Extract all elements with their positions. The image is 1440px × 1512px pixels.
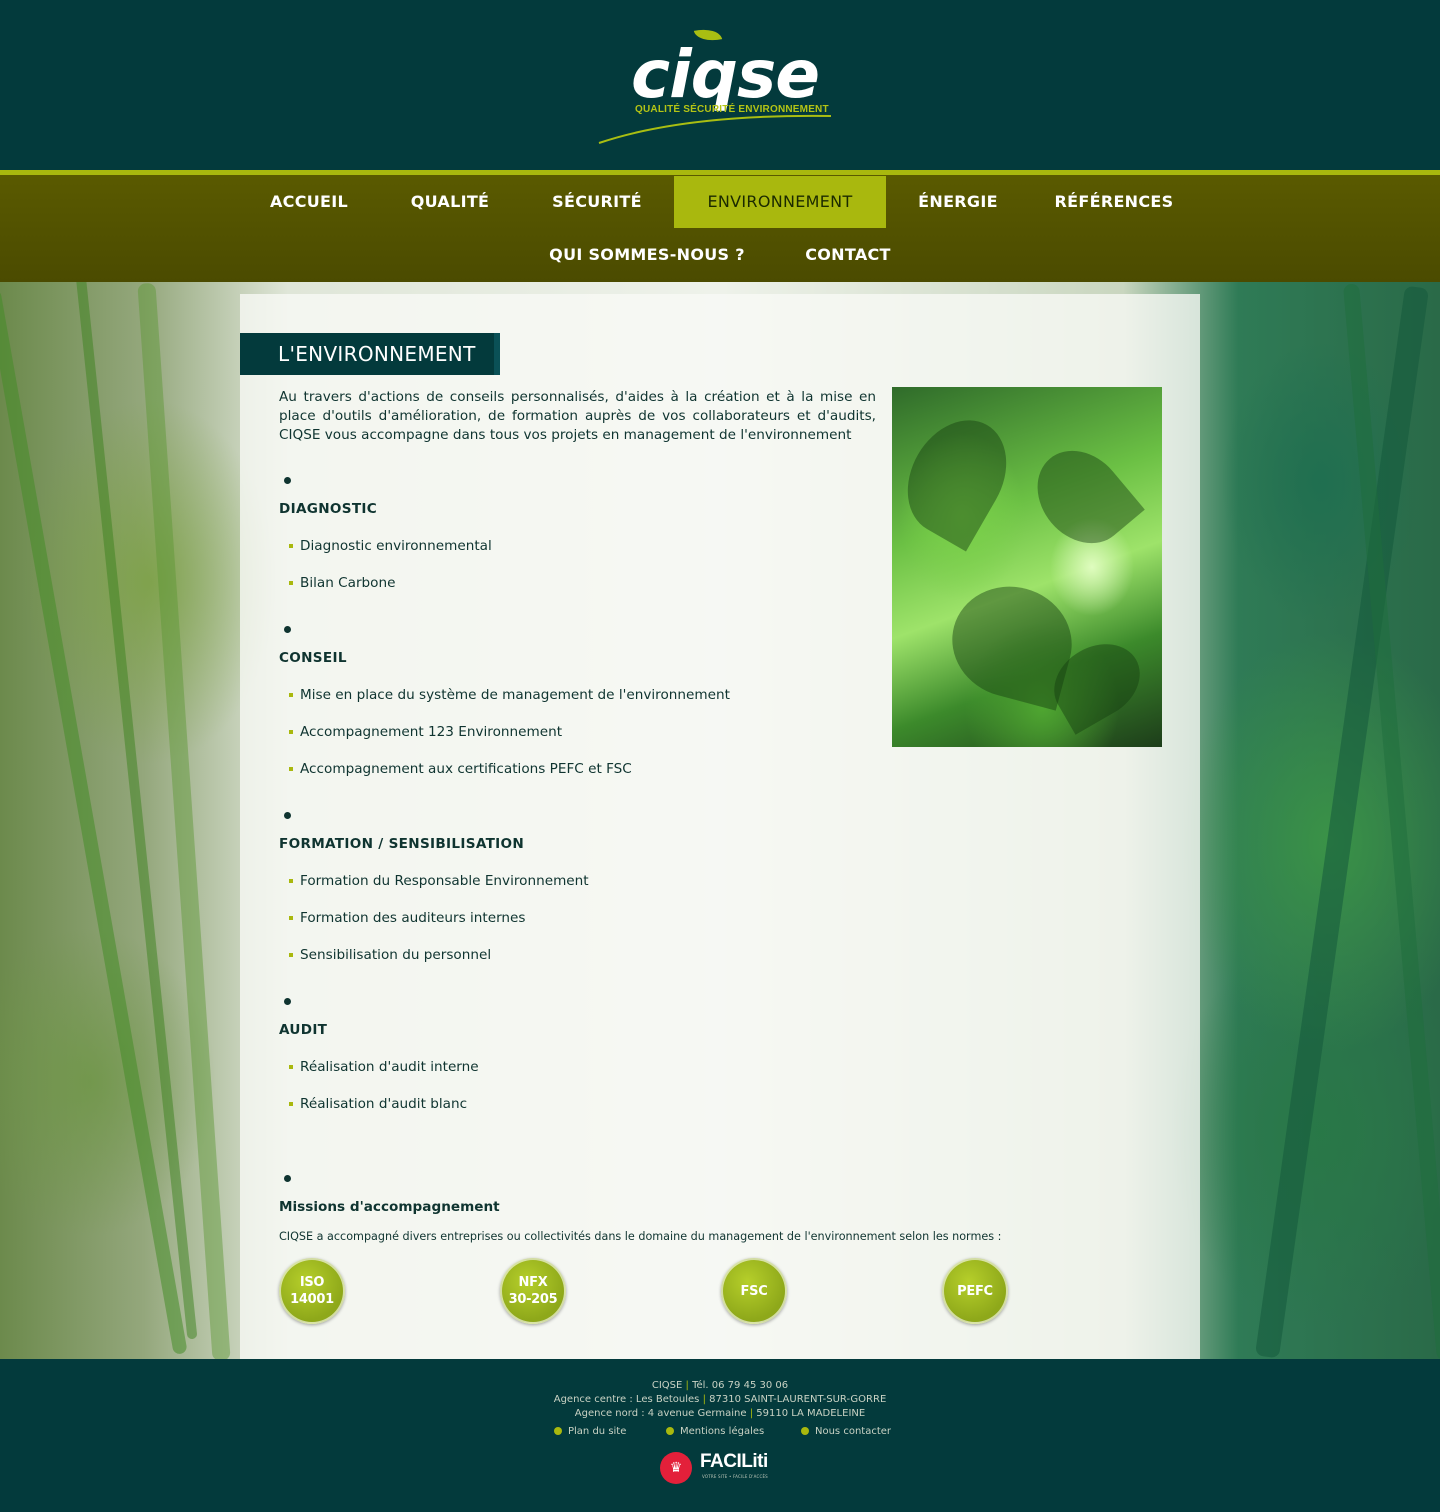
site-header: ciqse QUALITÉ SÉCURITÉ ENVIRONNEMENT (0, 0, 1440, 170)
bullet-icon (284, 1175, 291, 1182)
nav-accueil[interactable]: ACCUEIL (256, 176, 362, 228)
nav-qualite[interactable]: QUALITÉ (392, 176, 508, 228)
bullet-icon (284, 998, 291, 1005)
bullet-icon (284, 626, 291, 633)
list-item: Réalisation d'audit interne (289, 1059, 479, 1075)
page-title-box: L'ENVIRONNEMENT (240, 333, 500, 375)
section-title-formation: FORMATION / SENSIBILISATION (279, 836, 525, 852)
logo-swoosh-icon (598, 114, 832, 144)
list-item: Formation du Responsable Environnement (289, 873, 589, 889)
nav-energie[interactable]: ÉNERGIE (906, 176, 1010, 228)
list-item: Bilan Carbone (289, 575, 395, 591)
nav-references[interactable]: RÉFÉRENCES (1044, 176, 1184, 228)
list-item: Sensibilisation du personnel (289, 947, 491, 963)
nav-qui-sommes-nous[interactable]: QUI SOMMES-NOUS ? (536, 229, 758, 281)
badge-nfx-30-205: NFX 30-205 (500, 1258, 566, 1324)
bullet-icon (284, 812, 291, 819)
badge-pefc: PEFC (942, 1258, 1008, 1324)
nav-environnement[interactable]: ENVIRONNEMENT (674, 176, 886, 228)
missions-text: CIQSE a accompagné divers entreprises ou… (279, 1230, 1002, 1243)
bullet-icon (284, 477, 291, 484)
logo-wordmark: ciqse (631, 36, 820, 113)
footer-agence-nord: Agence nord : 4 avenue Germaine | 59110 … (574, 1408, 866, 1419)
nav-securite[interactable]: SÉCURITÉ (534, 176, 660, 228)
footer-agence-centre: Agence centre : Les Betoules | 87310 SAI… (553, 1394, 887, 1405)
arrow-bullet-icon (666, 1427, 674, 1435)
main-nav: ACCUEIL QUALITÉ SÉCURITÉ ENVIRONNEMENT É… (0, 170, 1440, 282)
ciqse-logo[interactable]: ciqse QUALITÉ SÉCURITÉ ENVIRONNEMENT (595, 25, 855, 148)
footer-phone[interactable]: Tél. 06 79 45 30 06 (692, 1380, 788, 1391)
badge-fsc: FSC (721, 1258, 787, 1324)
arrow-bullet-icon (801, 1427, 809, 1435)
intro-paragraph: Au travers d'actions de conseils personn… (279, 389, 876, 443)
palm-leaves-photo (892, 387, 1162, 747)
section-title-diagnostic: DIAGNOSTIC (279, 501, 378, 517)
page-title: L'ENVIRONNEMENT (278, 342, 476, 366)
badge-iso-14001: ISO 14001 (279, 1258, 345, 1324)
section-title-conseil: CONSEIL (279, 650, 347, 666)
list-item: Accompagnement 123 Environnement (289, 724, 562, 740)
list-item: Diagnostic environnemental (289, 538, 492, 554)
section-title-audit: AUDIT (279, 1022, 328, 1038)
site-footer: CIQSE | Tél. 06 79 45 30 06 Agence centr… (0, 1359, 1440, 1512)
arrow-bullet-icon (554, 1427, 562, 1435)
crown-icon: ♛ (660, 1452, 692, 1484)
footer-link-mentions-legales[interactable]: Mentions légales (666, 1426, 764, 1437)
list-item: Accompagnement aux certifications PEFC e… (289, 761, 632, 777)
list-item: Mise en place du système de management d… (289, 687, 730, 703)
footer-link-nous-contacter[interactable]: Nous contacter (801, 1426, 891, 1437)
section-title-missions: Missions d'accompagnement (279, 1199, 500, 1215)
footer-link-plan-du-site[interactable]: Plan du site (554, 1426, 626, 1437)
list-item: Formation des auditeurs internes (289, 910, 525, 926)
footer-contact-line: CIQSE | Tél. 06 79 45 30 06 (651, 1380, 789, 1391)
faciliti-logo[interactable]: ♛ FACILiti VOTRE SITE • FACILE D'ACCÈS (660, 1449, 780, 1485)
list-item: Réalisation d'audit blanc (289, 1096, 467, 1112)
nav-contact[interactable]: CONTACT (794, 229, 902, 281)
